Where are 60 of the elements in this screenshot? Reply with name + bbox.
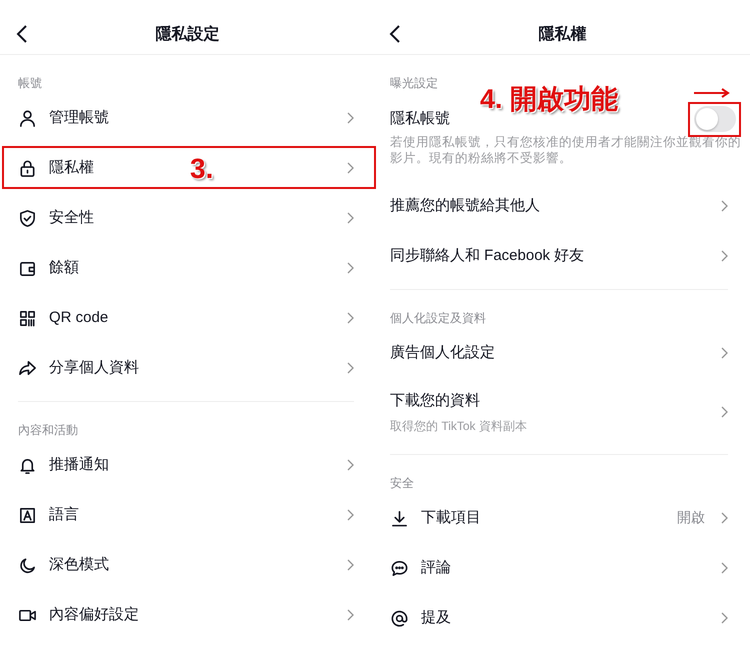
chevron-right-icon <box>347 459 354 471</box>
chevron-right-icon <box>721 347 728 359</box>
menu-item-label[interactable]: 下載您的資料 <box>390 390 480 410</box>
screen-title: 隱私權 <box>538 24 586 45</box>
menu-item-label[interactable]: 隱私權 <box>49 158 94 178</box>
chevron-right-icon <box>721 200 728 212</box>
setting-title: 隱私帳號 <box>390 109 450 129</box>
section-label: 內容和活動 <box>17 422 79 438</box>
section-label: 帳號 <box>17 75 43 91</box>
screen-title: 隱私設定 <box>156 24 220 45</box>
back-icon[interactable] <box>389 24 401 44</box>
item-description: 取得您的 TikTok 資料副本 <box>390 418 527 434</box>
download-icon <box>390 508 409 528</box>
menu-item-label[interactable]: 語言 <box>49 505 79 525</box>
chevron-right-icon <box>347 112 354 124</box>
at-sign-icon <box>390 608 409 628</box>
step-annotation: 3. <box>190 153 214 185</box>
section-label: 安全 <box>389 475 415 491</box>
chevron-right-icon <box>721 406 728 418</box>
chevron-right-icon <box>347 509 354 521</box>
chevron-right-icon <box>721 250 728 262</box>
chevron-right-icon <box>347 212 354 224</box>
section-label: 個人化設定及資料 <box>389 310 487 326</box>
toggle-switch[interactable] <box>694 106 736 132</box>
moon-icon <box>18 556 37 574</box>
menu-item-label[interactable]: 同步聯絡人和 Facebook 好友 <box>390 246 584 266</box>
comment-icon <box>390 558 409 578</box>
section-label: 曝光設定 <box>389 75 439 91</box>
menu-item-label[interactable]: 餘額 <box>49 258 79 278</box>
arrow-icon <box>693 88 731 98</box>
menu-item-label[interactable]: 廣告個人化設定 <box>390 343 495 363</box>
chevron-right-icon <box>347 362 354 374</box>
lock-icon <box>18 158 37 178</box>
chevron-right-icon <box>347 609 354 621</box>
step-annotation: 4. 開啟功能 <box>480 83 618 116</box>
menu-item-label[interactable]: 評論 <box>421 558 451 578</box>
menu-item-label[interactable]: 內容偏好設定 <box>49 605 139 625</box>
person-icon <box>18 108 37 128</box>
menu-item-label[interactable]: 安全性 <box>49 208 94 228</box>
menu-item-label[interactable]: 提及 <box>421 608 451 628</box>
menu-item-label[interactable]: 深色模式 <box>49 555 109 575</box>
status-value: 開啟 <box>677 509 705 527</box>
back-icon[interactable] <box>16 24 28 44</box>
menu-item-label[interactable]: 分享個人資料 <box>49 358 139 378</box>
shield-icon <box>18 208 37 228</box>
chevron-right-icon <box>721 512 728 524</box>
qr-code-icon <box>18 308 37 328</box>
language-icon <box>18 506 37 524</box>
menu-item-label[interactable]: 下載項目 <box>421 508 481 528</box>
chevron-right-icon <box>347 262 354 274</box>
menu-item-label[interactable]: 推播通知 <box>49 455 109 475</box>
menu-item-label[interactable]: QR code <box>49 308 108 328</box>
menu-item-label[interactable]: 管理帳號 <box>49 108 109 128</box>
menu-item-label[interactable]: 推薦您的帳號給其他人 <box>390 196 540 216</box>
share-icon <box>18 358 37 378</box>
chevron-right-icon <box>721 562 728 574</box>
chevron-right-icon <box>721 612 728 624</box>
chevron-right-icon <box>347 559 354 571</box>
chevron-right-icon <box>347 162 354 174</box>
chevron-right-icon <box>347 312 354 324</box>
